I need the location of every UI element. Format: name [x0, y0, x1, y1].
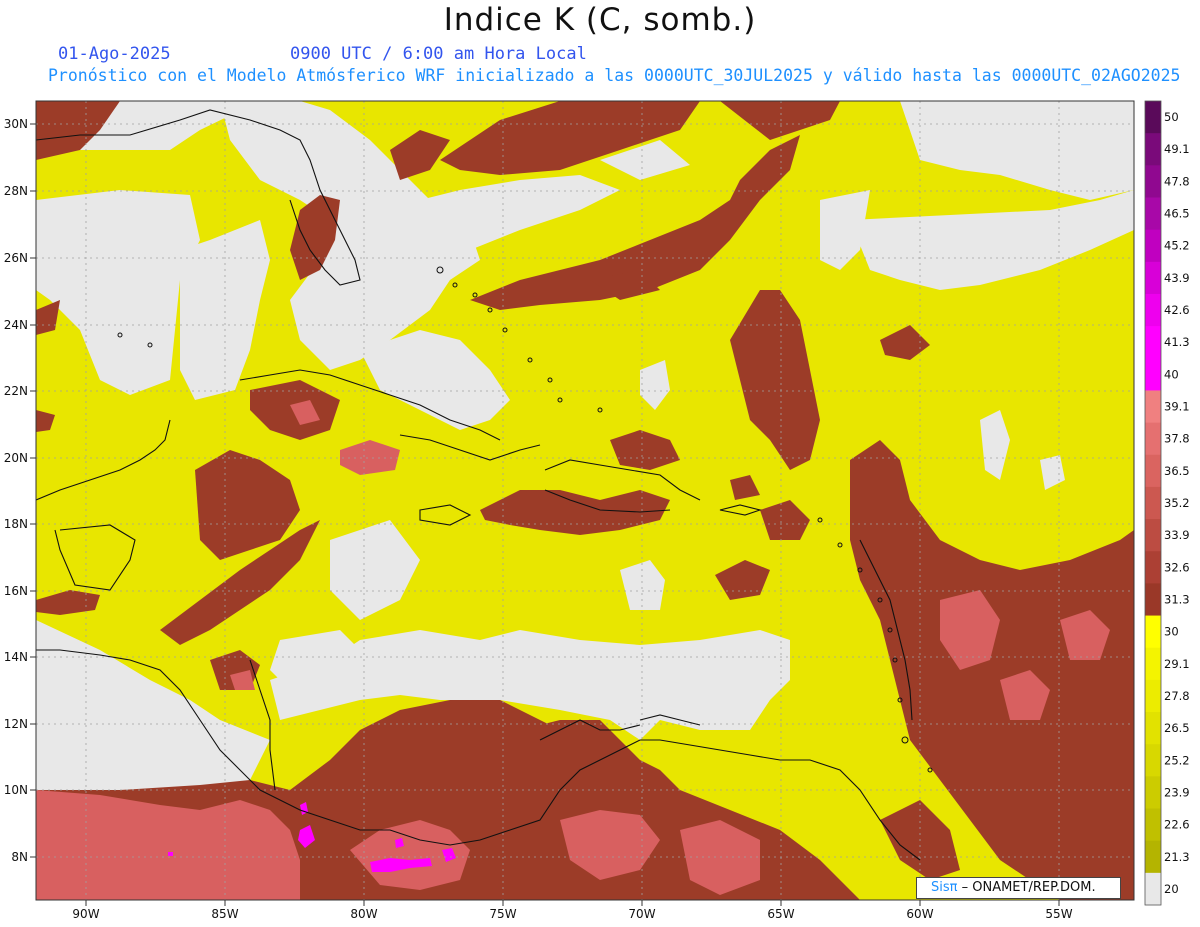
colorbar-segment [1145, 454, 1161, 488]
lat-label: 12N [4, 717, 28, 731]
colorbar-label: 39.1 [1164, 400, 1190, 414]
colorbar-segment [1145, 519, 1161, 552]
lat-label: 22N [4, 384, 28, 398]
colorbar-label: 42.6 [1164, 303, 1190, 317]
lon-label: 75W [489, 907, 516, 921]
colorbar-label: 46.5 [1164, 207, 1190, 221]
lon-label: 85W [211, 907, 238, 921]
colorbar-label: 21.3 [1164, 850, 1190, 864]
credit-text: – ONAMET/REP.DOM. [961, 880, 1096, 895]
colorbar-segment [1145, 583, 1161, 617]
colorbar-segment [1145, 840, 1161, 874]
colorbar-segment [1145, 133, 1161, 166]
lat-label: 16N [4, 584, 28, 598]
colorbar-label: 25.2 [1164, 753, 1190, 767]
colorbar-segment [1145, 165, 1161, 198]
sispi-logo: Sisπ [931, 880, 958, 895]
colorbar-segment [1145, 615, 1161, 649]
latitude-labels: 30N 28N 26N 24N 22N 20N 18N 16N 14N 12N … [4, 117, 28, 864]
colorbar-label: 29.1 [1164, 657, 1190, 671]
colorbar-label: 36.5 [1164, 464, 1190, 478]
colorbar-segment [1145, 551, 1161, 584]
colorbar-label: 41.3 [1164, 335, 1190, 349]
lat-label: 28N [4, 184, 28, 198]
colorbar-segment [1145, 712, 1161, 745]
colorbar-segment [1145, 293, 1161, 327]
colorbar-label: 45.2 [1164, 239, 1190, 253]
colorbar-segment [1145, 872, 1161, 906]
colorbar-label: 30 [1164, 625, 1179, 639]
colorbar-label: 43.9 [1164, 271, 1190, 285]
lat-label: 8N [11, 850, 28, 864]
forecast-map: 30N 28N 26N 24N 22N 20N 18N 16N 14N 12N … [4, 100, 1190, 921]
lon-label: 65W [767, 907, 794, 921]
colorbar-label: 40 [1164, 367, 1179, 381]
colorbar-label: 31.3 [1164, 592, 1190, 606]
colorbar-segment [1145, 229, 1161, 263]
colorbar-segment [1145, 261, 1161, 295]
lon-label: 70W [628, 907, 655, 921]
colorbar-segment [1145, 679, 1161, 713]
colorbar-label: 47.8 [1164, 174, 1190, 188]
colorbar-segment [1145, 744, 1161, 777]
colorbar-segment [1145, 197, 1161, 231]
colorbar-segment [1145, 390, 1161, 424]
lon-label: 90W [72, 907, 99, 921]
longitude-labels: 90W 85W 80W 75W 70W 65W 60W 55W [72, 907, 1072, 921]
lat-label: 14N [4, 650, 28, 664]
colorbar-label: 20 [1164, 882, 1179, 896]
lon-label: 55W [1045, 907, 1072, 921]
lat-label: 26N [4, 251, 28, 265]
colorbar-segment [1145, 101, 1161, 134]
colorbar: 50 49.1 47.8 46.5 45.2 43.9 42.6 41.3 40 39.1 37.8… [1144, 100, 1190, 906]
lat-label: 20N [4, 451, 28, 465]
colorbar-label: 49.1 [1164, 142, 1190, 156]
credit-box: Sisπ – ONAMET/REP.DOM. [916, 877, 1121, 899]
lon-label: 60W [906, 907, 933, 921]
colorbar-segment [1145, 422, 1161, 456]
lat-label: 24N [4, 318, 28, 332]
colorbar-segment [1145, 647, 1161, 681]
colorbar-label: 35.2 [1164, 496, 1190, 510]
colorbar-segment [1145, 776, 1161, 810]
colorbar-label: 22.6 [1164, 818, 1190, 832]
colorbar-segment [1145, 358, 1161, 391]
lat-label: 30N [4, 117, 28, 131]
lat-label: 10N [4, 783, 28, 797]
colorbar-label: 27.8 [1164, 689, 1190, 703]
colorbar-segment [1145, 808, 1161, 842]
lon-label: 80W [350, 907, 377, 921]
colorbar-segment [1145, 486, 1161, 520]
colorbar-label: 23.9 [1164, 785, 1190, 799]
colorbar-label: 33.9 [1164, 528, 1190, 542]
lat-label: 18N [4, 517, 28, 531]
colorbar-segment [1145, 326, 1161, 359]
colorbar-label: 50 [1164, 110, 1179, 124]
colorbar-label: 37.8 [1164, 432, 1190, 446]
colorbar-label: 26.5 [1164, 721, 1190, 735]
colorbar-label: 32.6 [1164, 560, 1190, 574]
k-index-field [36, 101, 1134, 900]
